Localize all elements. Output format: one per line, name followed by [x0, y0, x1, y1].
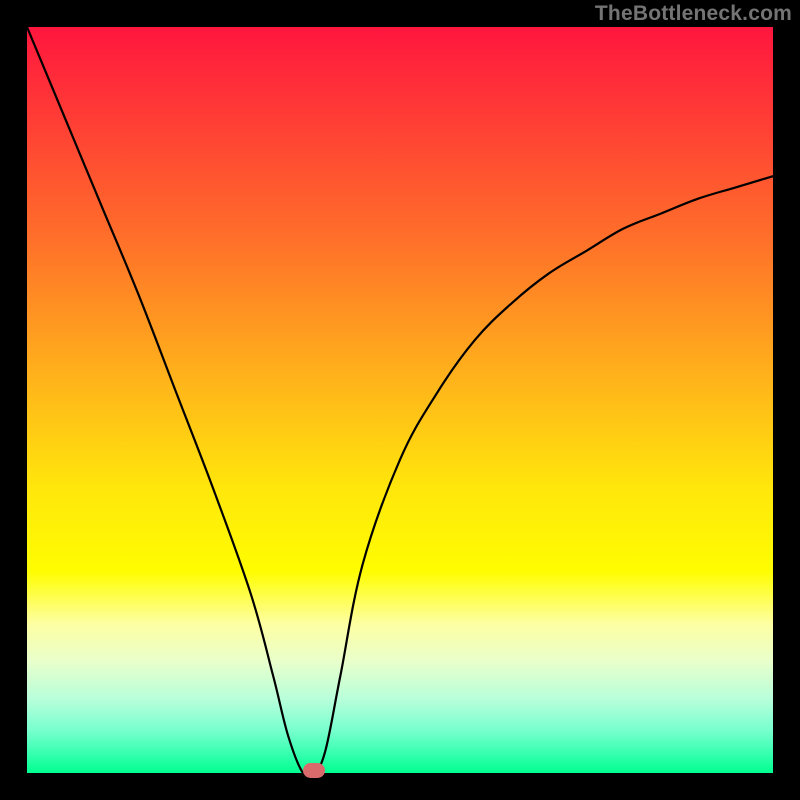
- bottleneck-curve: [27, 27, 773, 773]
- optimum-marker: [303, 763, 325, 778]
- chart-frame: TheBottleneck.com: [0, 0, 800, 800]
- plot-area: [27, 27, 773, 773]
- watermark-text: TheBottleneck.com: [595, 2, 792, 26]
